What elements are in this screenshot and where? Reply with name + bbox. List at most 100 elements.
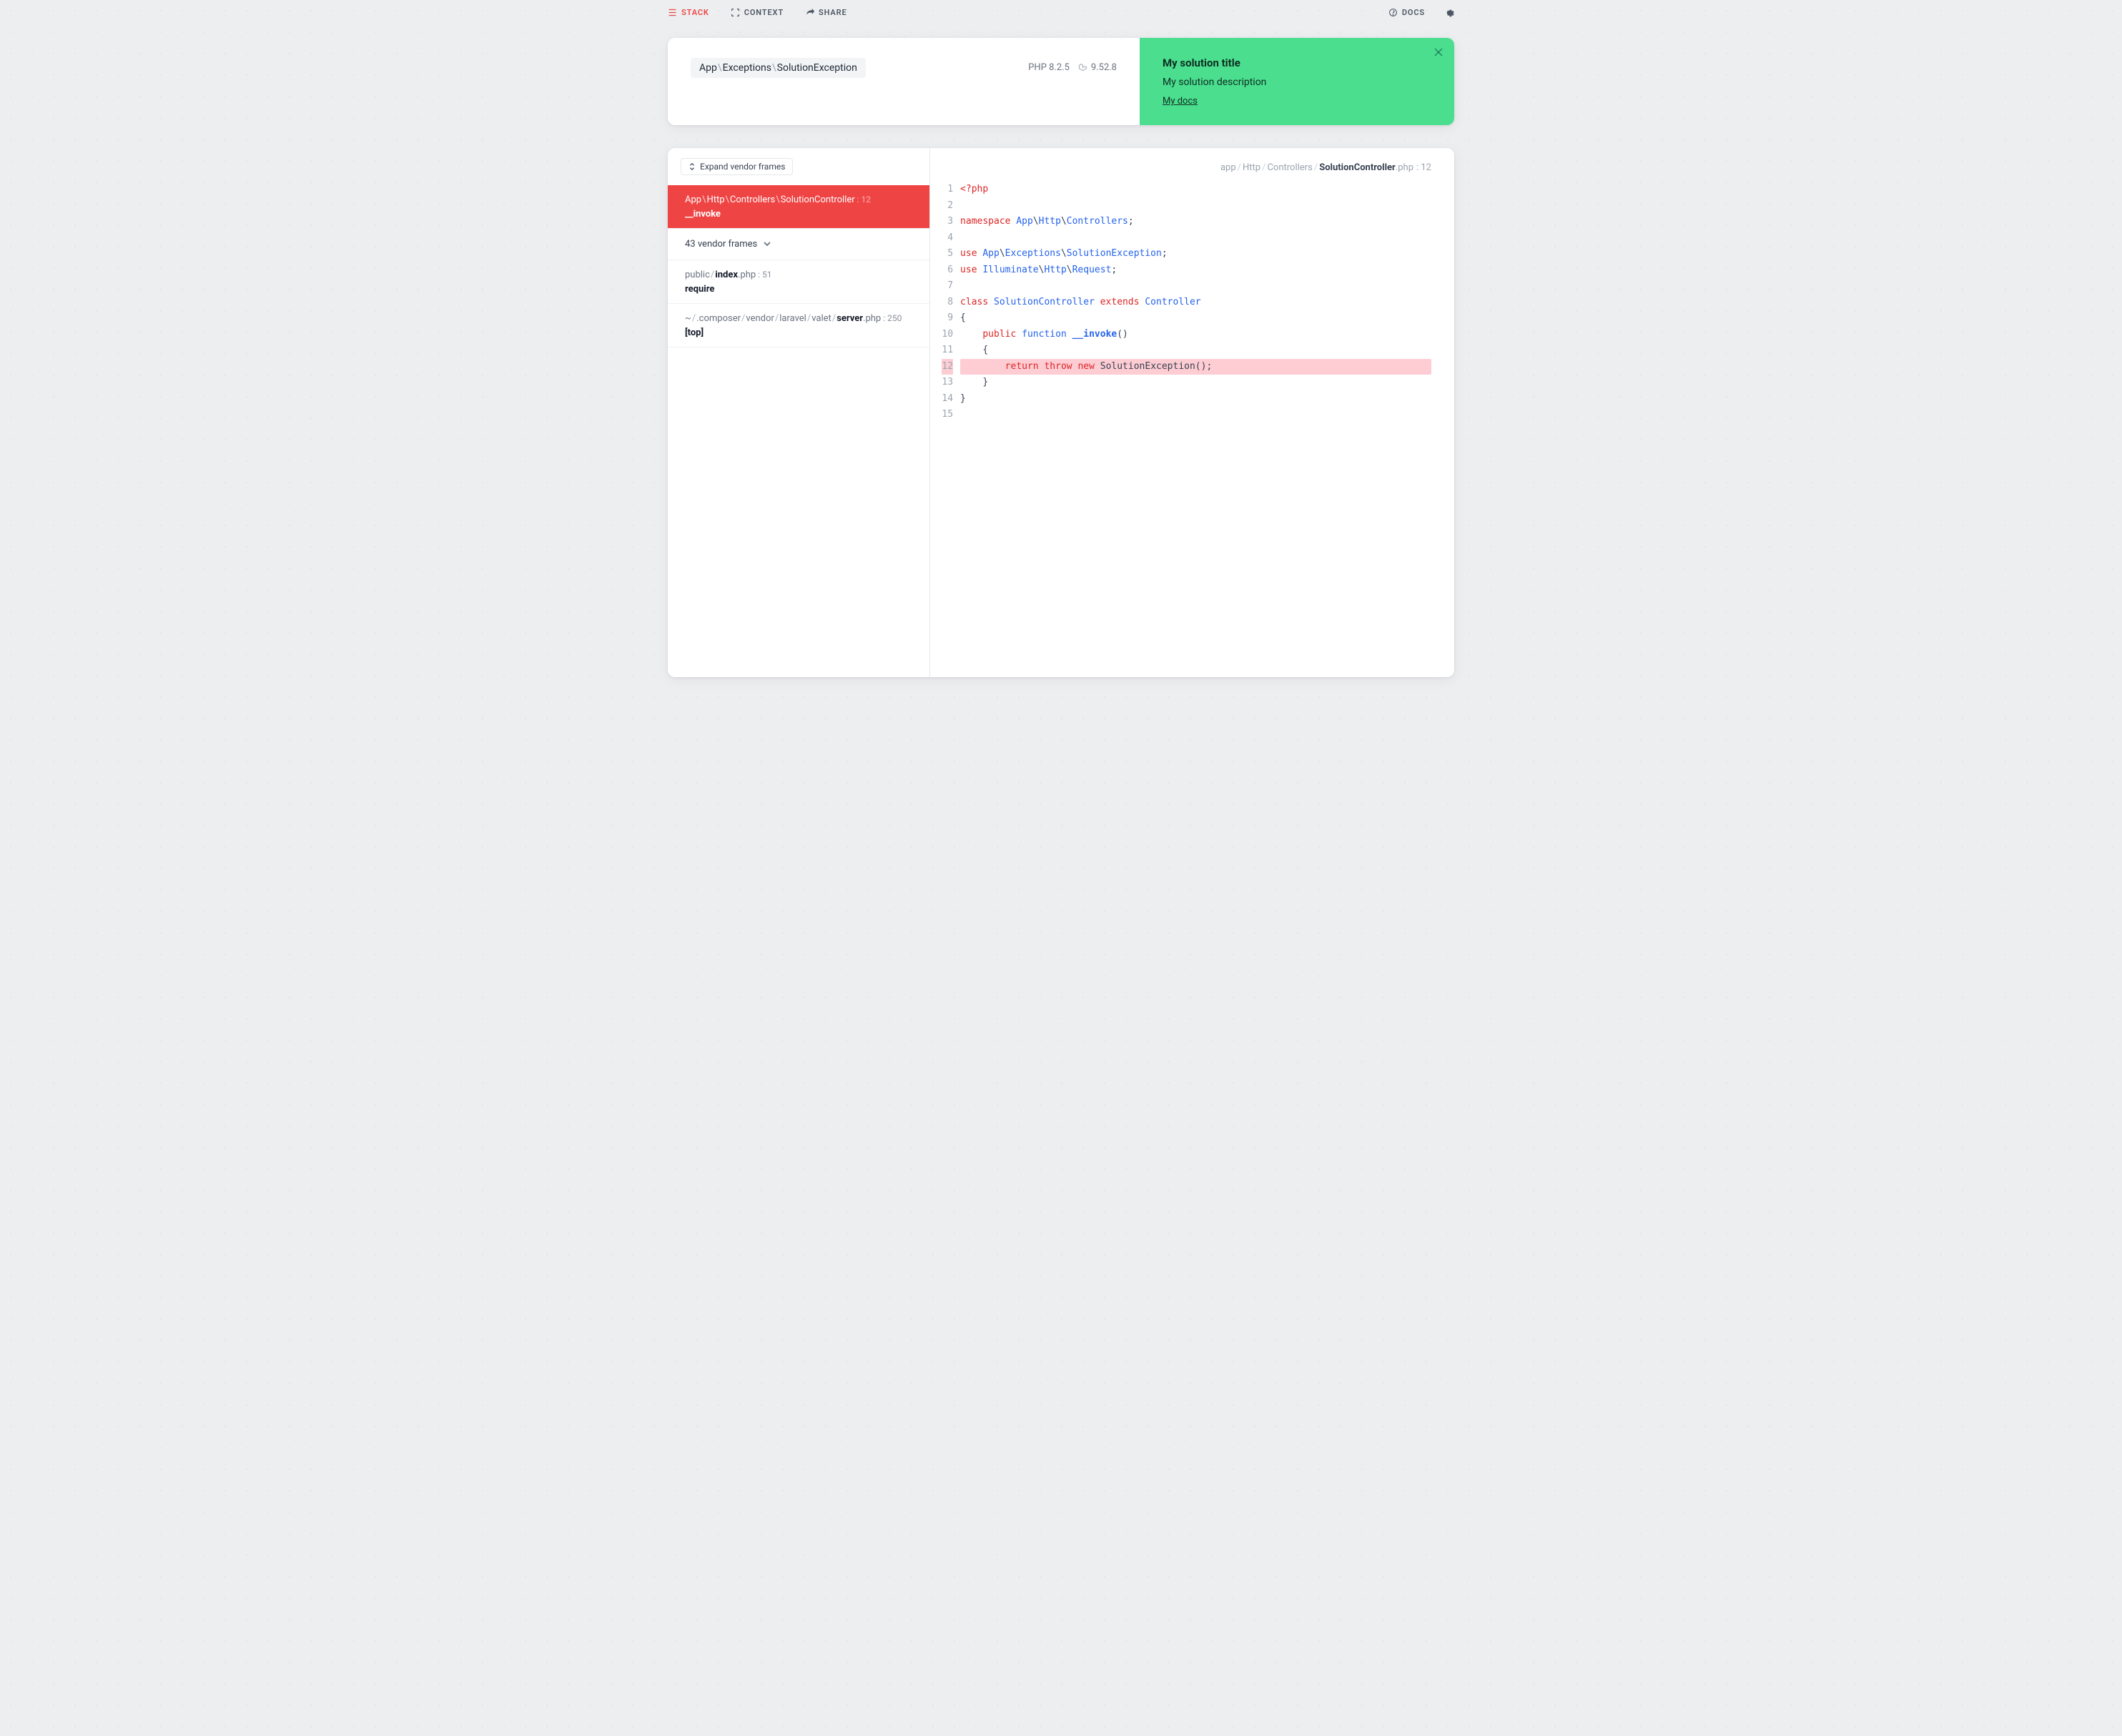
expand-vendor-button[interactable]: Expand vendor frames	[681, 158, 793, 175]
code-line: }	[960, 391, 1431, 408]
nav-stack[interactable]: STACK	[668, 8, 709, 17]
frame-line: : 51	[758, 270, 771, 280]
share-icon	[805, 8, 814, 17]
line-number: 5	[942, 246, 953, 262]
solution-description: My solution description	[1163, 77, 1431, 88]
code-line: }	[960, 375, 1431, 391]
nav-share[interactable]: SHARE	[805, 8, 847, 17]
solution-link[interactable]: My docs	[1163, 96, 1198, 107]
frame-path-seg: index	[715, 270, 738, 280]
code-panel: app/Http/Controllers/SolutionController.…	[930, 148, 1454, 677]
solution-title: My solution title	[1163, 56, 1431, 69]
ns-separator: \	[772, 62, 776, 74]
line-number: 4	[942, 230, 953, 247]
frame-path-seg: server	[837, 313, 863, 324]
code-line: ​	[960, 278, 1431, 295]
frame-path: public/index.php: 51	[685, 269, 912, 282]
code-line: ​	[960, 230, 1431, 247]
top-nav: STACK CONTEXT SHARE DOCS	[632, 0, 1490, 38]
code-lines: <?php​namespace App\Http\Controllers;​us…	[960, 182, 1454, 423]
line-number: 1	[942, 182, 953, 198]
exception-ns2: Exceptions	[723, 62, 771, 74]
code-line: {	[960, 310, 1431, 327]
code-line: use App\Exceptions\SolutionException;	[960, 246, 1431, 262]
frame-path-seg: SolutionController	[781, 194, 855, 205]
frame-method: __invoke	[685, 209, 912, 220]
frame-path-seg: public	[685, 270, 710, 280]
code-line: class SolutionController extends Control…	[960, 295, 1431, 311]
frame-active[interactable]: App\Http\Controllers\SolutionController:…	[668, 185, 929, 229]
line-number: 7	[942, 278, 953, 295]
frame-path-seg: laravel	[779, 313, 806, 324]
frame-path-seg: Controllers	[730, 194, 775, 205]
solution-close-button[interactable]	[1434, 48, 1443, 59]
line-number: 2	[942, 198, 953, 214]
frame-line: : 250	[883, 313, 902, 323]
path-line: : 12	[1416, 162, 1431, 173]
nav-context-label: CONTEXT	[744, 8, 784, 17]
versions: PHP 8.2.5 9.52.8	[1028, 58, 1117, 73]
frame-path-ext: .php	[738, 270, 756, 280]
frame-path: App\Http\Controllers\SolutionController:…	[685, 194, 912, 207]
nav-share-label: SHARE	[819, 8, 847, 17]
frame-method: require	[685, 284, 912, 295]
line-number: 6	[942, 262, 953, 279]
stack-icon	[668, 8, 677, 17]
code-file-path: app/Http/Controllers/SolutionController.…	[930, 148, 1454, 182]
code-line: ​	[960, 198, 1431, 214]
frame-method: [top]	[685, 327, 912, 338]
context-icon	[731, 8, 740, 17]
solution-panel: My solution title My solution descriptio…	[1140, 38, 1454, 125]
code-line: return throw new SolutionException();	[960, 359, 1431, 375]
line-number: 14	[942, 391, 953, 408]
gear-icon[interactable]	[1444, 7, 1454, 18]
path-seg: SolutionController	[1319, 162, 1396, 173]
frame-path-seg: .composer	[696, 313, 741, 324]
code-body: 123456789101112131415 <?php​namespace Ap…	[930, 182, 1454, 423]
line-number: 10	[942, 327, 953, 343]
frame-item[interactable]: public/index.php: 51 require	[668, 260, 929, 304]
laravel-icon	[1078, 63, 1087, 72]
nav-docs[interactable]: DOCS	[1388, 8, 1425, 17]
exception-ns1: App	[699, 62, 717, 74]
exception-summary: App\Exceptions\SolutionException PHP 8.2…	[668, 38, 1140, 125]
code-line: use Illuminate\Http\Request;	[960, 262, 1431, 279]
path-seg: Controllers	[1267, 162, 1312, 173]
line-number: 12	[942, 359, 953, 375]
nav-stack-label: STACK	[681, 8, 709, 17]
laravel-version-text: 9.52.8	[1091, 62, 1117, 73]
frame-path-seg: ~	[685, 313, 691, 324]
chevron-down-icon	[763, 240, 771, 248]
line-number: 3	[942, 214, 953, 230]
frame-path-seg: vendor	[746, 313, 774, 324]
expand-row: Expand vendor frames	[668, 148, 929, 185]
nav-context[interactable]: CONTEXT	[731, 8, 784, 17]
nav-right: DOCS	[1388, 7, 1454, 18]
frame-path-ext: .php	[863, 313, 881, 324]
frame-path-seg: valet	[811, 313, 831, 324]
frames-collapsed[interactable]: 43 vendor frames	[668, 229, 929, 260]
path-seg: app	[1220, 162, 1236, 173]
frame-path: ~/.composer/vendor/laravel/valet/server.…	[685, 312, 912, 326]
unfold-icon	[689, 162, 696, 171]
exception-class: SolutionException	[777, 62, 857, 74]
frame-path-seg: App	[685, 194, 701, 205]
line-number: 13	[942, 375, 953, 391]
frame-line: : 12	[857, 194, 871, 204]
line-gutter: 123456789101112131415	[930, 182, 960, 423]
frame-item[interactable]: ~/.composer/vendor/laravel/valet/server.…	[668, 304, 929, 347]
line-number: 8	[942, 295, 953, 311]
path-seg: Http	[1243, 162, 1260, 173]
close-icon	[1434, 48, 1443, 56]
code-line: public function __invoke()	[960, 327, 1431, 343]
line-number: 15	[942, 407, 953, 423]
path-ext: .php	[1396, 162, 1413, 173]
ns-separator: \	[718, 62, 722, 74]
line-number: 9	[942, 310, 953, 327]
line-number: 11	[942, 342, 953, 359]
code-line: namespace App\Http\Controllers;	[960, 214, 1431, 230]
stack-trace-card: Expand vendor frames App\Http\Controller…	[668, 148, 1454, 677]
frames-collapsed-label: 43 vendor frames	[685, 239, 757, 250]
code-line: {	[960, 342, 1431, 359]
nav-left: STACK CONTEXT SHARE	[668, 8, 847, 17]
